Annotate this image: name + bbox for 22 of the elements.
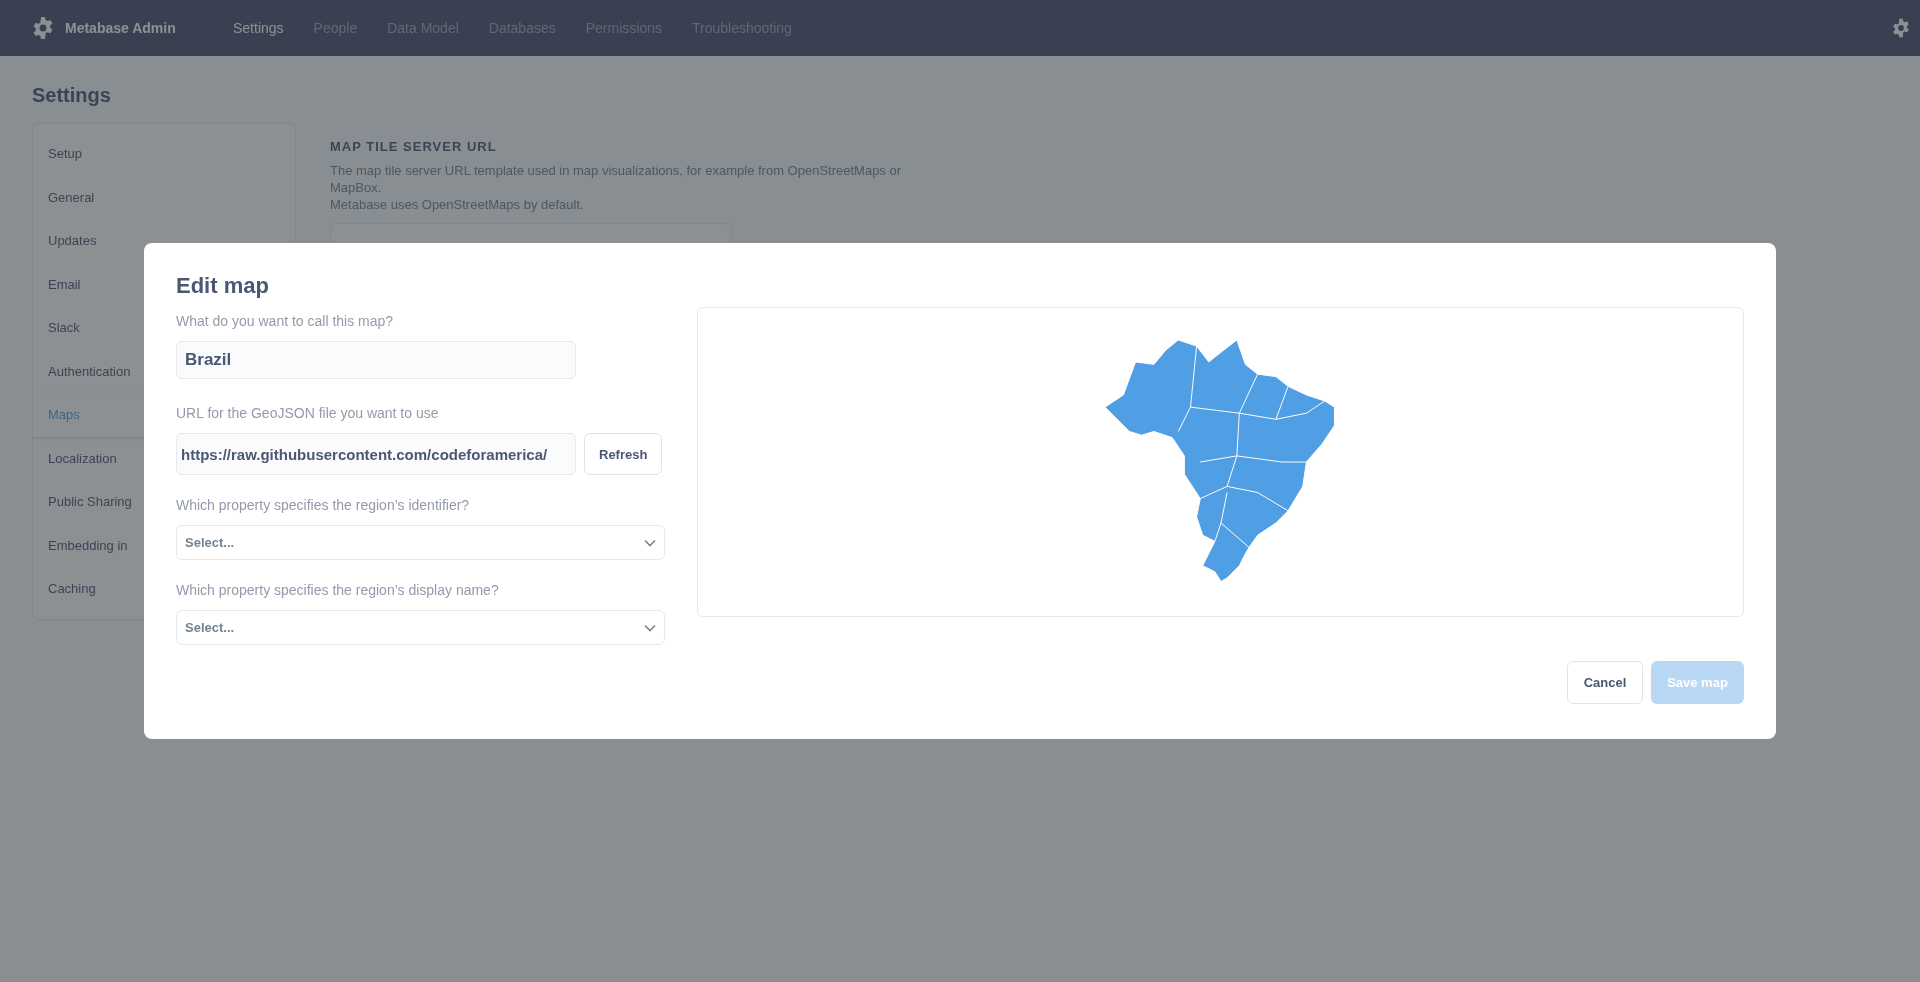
cancel-button[interactable]: Cancel [1567, 661, 1643, 704]
field-label: Which property specifies the region’s display name? [176, 582, 500, 598]
refresh-button[interactable]: Refresh [584, 433, 663, 475]
chevron-down-icon [644, 623, 656, 632]
app-title: Metabase Admin [65, 20, 176, 36]
sidebar-item[interactable]: General [33, 175, 295, 219]
settings-icon[interactable] [1891, 18, 1911, 38]
setting-description: Metabase uses OpenStreetMaps by default. [330, 196, 585, 213]
page-title: Settings [32, 83, 112, 108]
property-select[interactable]: Select... [176, 610, 665, 645]
gear-icon [31, 16, 55, 40]
map-name-field[interactable]: Brazil [176, 341, 576, 379]
dialog-title: Edit map [176, 273, 270, 299]
field-label: URL for the GeoJSON file you want to use [176, 405, 440, 421]
field-label: What do you want to call this map? [176, 313, 395, 329]
chevron-down-icon [644, 538, 656, 547]
geojson-url-field[interactable]: https://raw.githubusercontent.com/codeforamerica/ [176, 433, 576, 475]
field-label: Which property specifies the region’s identifier? [176, 497, 471, 513]
setting-heading: MAP TILE SERVER URL [330, 139, 498, 154]
property-select[interactable]: Select... [176, 525, 665, 560]
sidebar-item[interactable]: Setup [33, 132, 295, 176]
nav-link[interactable]: Settings [233, 20, 284, 36]
